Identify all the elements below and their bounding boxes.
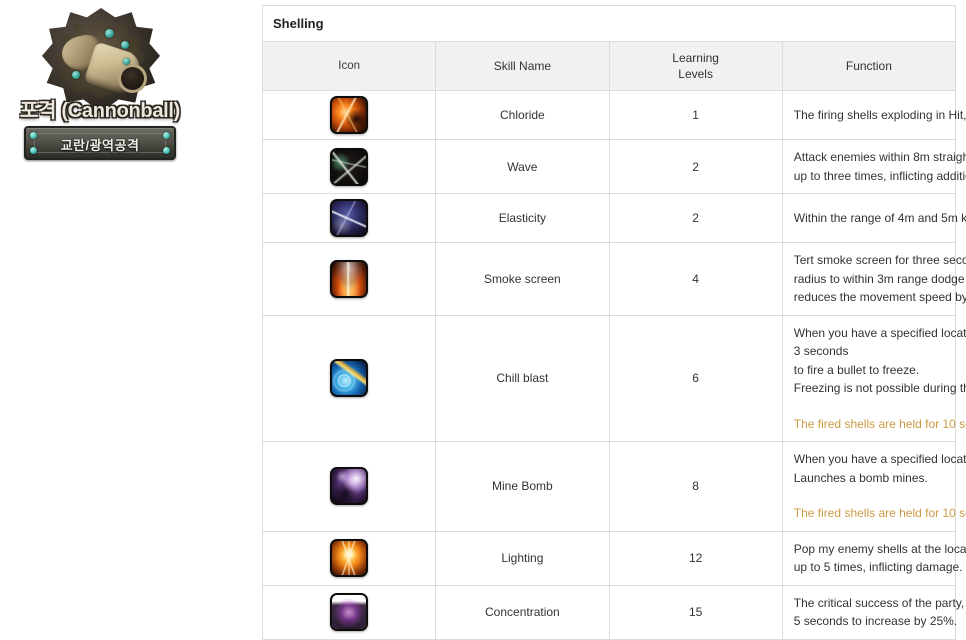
skill-name-cell: Smoke screen [435,242,610,316]
skill-table-body: Shelling Icon Skill Name Learning Levels… [261,5,966,640]
table-row: Wave2Attack enemies within 8m straight o… [261,139,966,194]
function-cell: The firing shells exploding in Hit, 2m r… [781,90,966,140]
function-line: Tert smoke screen for three seconds to t… [793,253,966,267]
skill-name-cell: Chloride [435,90,610,140]
table-header-row: Icon Skill Name Learning Levels Function [261,41,957,91]
table-row: Smoke screen 4 Tert smoke screen for three… [261,242,966,316]
skill-icon-effect [332,595,367,629]
skill-icon-effect [332,541,367,575]
concentration-skill-icon [330,593,369,631]
column-header-skill-name: Skill Name [435,41,610,91]
class-role-banner: 교란/광역공격 [24,126,176,160]
skill-icon-effect [332,469,367,504]
column-header-learning-levels: Learning Levels [608,41,783,91]
table-row: Elasticity 2 Within the range of 4m and 5m… [261,193,966,243]
function-cell: Attack enemies within 8m straight on and… [781,139,966,194]
table-row: Mine Bomb 8 When you have a specified loca… [261,441,966,532]
skill-icon-effect [332,201,367,235]
function-line: When you have a specified location radiu… [793,452,966,466]
table-row: Chloride 1 The firing shells exploding in … [261,90,966,140]
learning-levels-line1: Learning [672,51,719,65]
function-cell: Within the range of 4m and 5m knock back… [781,193,966,243]
learning-level-cell: 6 [608,314,783,442]
function-line: The firing shells exploding in Hit, 2m r… [793,107,966,122]
function-line: up to 5 times, inflicting damage. [793,560,963,574]
function-line: Pop my enemy shells at the location spec… [793,541,966,556]
emblem-gem-icon [105,29,114,38]
smoke-screen-skill-icon [330,259,369,298]
skill-icon-cell [261,530,437,586]
skill-icon-cell [261,139,437,194]
emblem-gem-icon [123,58,130,65]
function-line: When you have a specified location withi… [793,325,966,340]
skill-name-cell: Chill blast [435,314,610,442]
skill-name-cell: Concentration [435,584,610,640]
learning-level-cell: 2 [608,193,783,243]
class-title: 포격 (Cannonball) [19,100,181,122]
learning-levels-line2: Levels [678,67,713,81]
skill-icon-effect [332,149,367,184]
table-row: Concentration 15 The critical success of t… [261,584,966,640]
skill-icon-cell [261,193,437,243]
learning-level-cell: 15 [608,584,783,640]
skill-name-cell: Wave [435,139,610,194]
learning-level-cell: 2 [608,139,783,194]
function-line: Freezing is not possible during the move… [793,381,966,395]
learning-level-cell: 8 [608,441,783,532]
chloride-skill-icon [330,96,369,134]
class-role-label: 교란/광역공격 [60,138,140,153]
learning-level-cell: 1 [608,90,783,140]
function-line: to fire a bullet to freeze. [793,362,920,377]
function-line: Within the range of 4m and 5m knock back… [793,210,966,225]
function-cell: Tert smoke screen for three seconds to t… [781,242,966,316]
lighting-skill-icon [330,539,369,577]
chill-blast-skill-icon [330,359,369,398]
function-line: radius to within 3m range dodge enemy by… [793,271,966,286]
emblem-gem-icon [72,71,80,79]
function-note: The fired shells are held for 10 seconds… [793,416,966,431]
skill-icon-cell [261,242,437,316]
column-header-function: Function [781,41,957,91]
function-note: The fired shells are held for 10 seconds… [793,506,966,520]
skill-icon-cell [261,441,437,532]
function-cell: Pop my enemy shells at the location spec… [781,530,966,586]
function-cell: When you have a specified location radiu… [781,441,966,532]
wave-skill-icon [330,147,369,186]
class-emblem-panel: 포격 (Cannonball) 교란/광역공격 [0,0,258,588]
table-row: Lighting 12 Pop my enemy shells at the loc… [261,530,966,586]
skill-table-container: Shelling Icon Skill Name Learning Levels… [261,5,966,640]
elasticity-skill-icon [330,199,369,237]
table-title: Shelling [262,5,956,42]
skill-table: Shelling Icon Skill Name Learning Levels… [261,5,966,640]
skill-name-cell: Lighting [435,530,610,586]
function-cell: When you have a specified location withi… [781,314,966,442]
mine-bomb-skill-icon [330,467,369,506]
skill-icon-cell [261,584,437,640]
function-line: 5 seconds to increase by 25%. [793,614,958,628]
function-cell: The critical success of the party, inclu… [781,584,966,640]
function-line: up to three times, inflicting additional… [793,168,966,183]
table-row: Chill blast 6 When you have a specified lo… [261,314,966,442]
learning-level-cell: 4 [608,242,783,316]
table-title-row: Shelling [262,5,956,42]
function-line: 3 seconds [793,344,849,358]
skill-name-cell: Elasticity [435,193,610,243]
column-header-icon: Icon [261,41,437,91]
function-line: Attack enemies within 8m straight on and [793,150,966,164]
skill-icon-cell [261,90,437,140]
skill-icon-effect [332,261,367,296]
emblem-gem-icon [121,41,129,49]
skill-icon-cell [261,314,437,442]
learning-level-cell: 12 [608,530,783,586]
function-line: reduces the movement speed by 50%. [793,290,966,304]
skill-icon-effect [332,98,367,132]
function-line: The critical success of the party, inclu… [793,595,966,610]
skill-icon-effect [332,361,367,396]
skill-name-cell: Mine Bomb [435,441,610,532]
function-line: Launches a bomb mines. [793,470,928,485]
